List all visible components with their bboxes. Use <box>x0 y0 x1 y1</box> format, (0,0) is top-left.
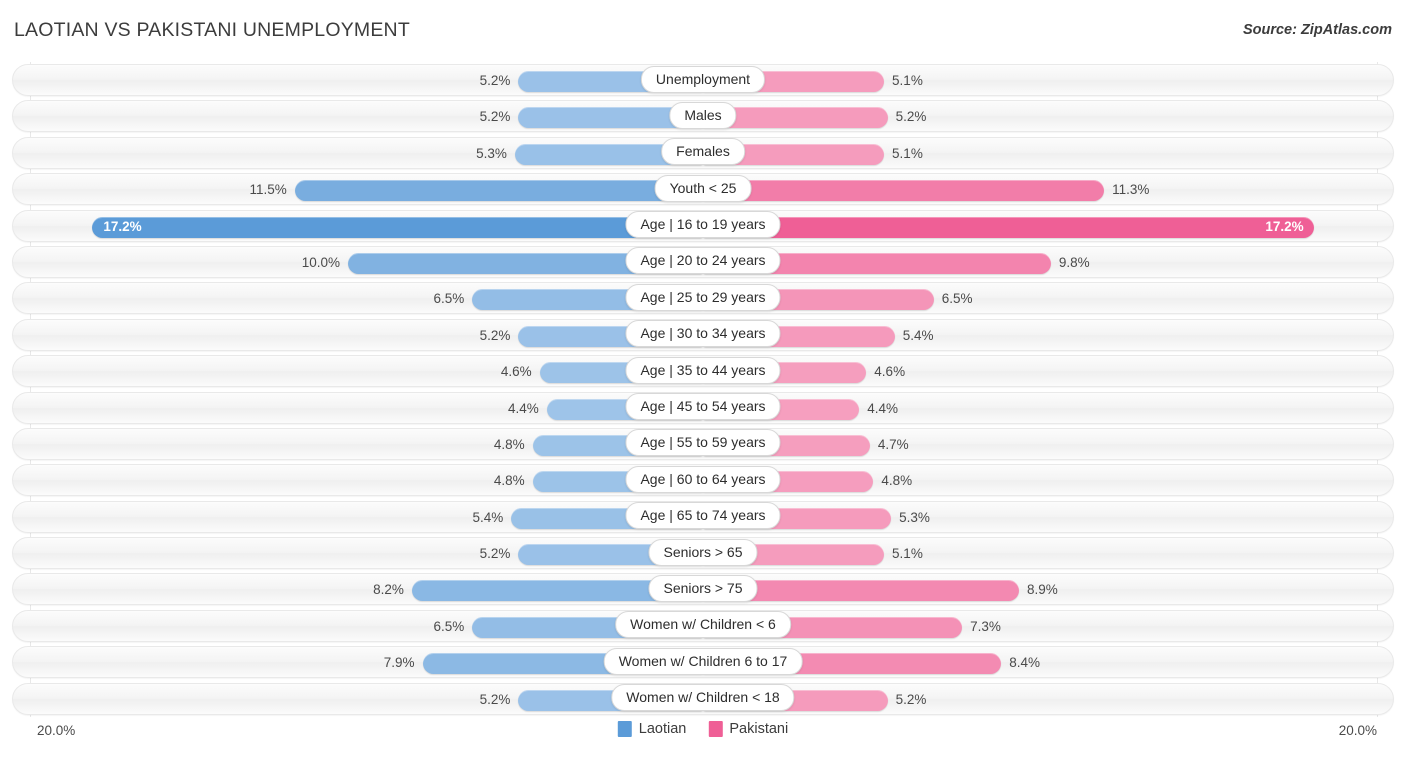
chart-row: 6.5% 7.3% Women w/ Children < 6 <box>0 608 1406 644</box>
chart-row: 4.8% 4.7% Age | 55 to 59 years <box>0 426 1406 462</box>
value-label-laotian: 10.0% <box>301 254 340 270</box>
category-label: Women w/ Children 6 to 17 <box>603 647 803 675</box>
bar-laotian <box>294 180 703 202</box>
legend-item[interactable]: Laotian <box>617 721 687 737</box>
chart-rows: 5.2% 5.1% Unemployment 5.2% 5.2% Males 5.3% 5.1… <box>0 62 1406 717</box>
page-title: LAOTIAN VS PAKISTANI UNEMPLOYMENT <box>14 19 410 41</box>
value-label-laotian: 5.2% <box>479 691 511 707</box>
chart-row: 17.2% 17.2% Age | 16 to 19 years <box>0 208 1406 244</box>
value-label-pakistani: 8.9% <box>1026 582 1058 598</box>
chart-header: LAOTIAN VS PAKISTANI UNEMPLOYMENT Source… <box>0 0 1406 62</box>
value-label-pakistani: 5.1% <box>892 73 923 88</box>
value-label-laotian: 4.8% <box>493 473 525 489</box>
chart-row: 8.2% 8.9% Seniors > 75 <box>0 571 1406 607</box>
value-label-pakistani: 5.3% <box>899 509 930 525</box>
chart-row: 5.2% 5.2% Males <box>0 98 1406 134</box>
value-label-pakistani: 4.8% <box>881 473 913 489</box>
category-label: Age | 30 to 34 years <box>625 320 781 348</box>
chart-row: 5.2% 5.4% Age | 30 to 34 years <box>0 317 1406 353</box>
category-label: Females <box>661 138 745 166</box>
category-label: Youth < 25 <box>654 174 752 202</box>
value-label-laotian: 4.6% <box>500 364 532 380</box>
value-label-laotian: 6.5% <box>433 291 465 307</box>
chart-footer: 20.0% Laotian Pakistani 20.0% <box>0 717 1406 757</box>
chart-row: 5.4% 5.3% Age | 65 to 74 years <box>0 499 1406 535</box>
category-label: Age | 55 to 59 years <box>625 429 781 457</box>
chart-row: 5.3% 5.1% Females <box>0 135 1406 171</box>
value-label-pakistani: 5.2% <box>895 691 927 707</box>
chart-row: 7.9% 8.4% Women w/ Children 6 to 17 <box>0 644 1406 680</box>
chart-row: 5.2% 5.2% Women w/ Children < 18 <box>0 681 1406 717</box>
value-label-laotian: 5.4% <box>472 509 504 525</box>
category-label: Age | 16 to 19 years <box>625 211 781 239</box>
category-label: Women w/ Children < 18 <box>611 684 795 712</box>
value-label-laotian: 5.2% <box>479 546 511 562</box>
chart-row: 4.8% 4.8% Age | 60 to 64 years <box>0 462 1406 498</box>
value-label-pakistani: 11.3% <box>1112 182 1150 198</box>
value-label-laotian: 17.2% <box>103 218 142 234</box>
value-label-pakistani: 17.2% <box>1265 218 1304 234</box>
value-label-pakistani: 4.4% <box>867 400 898 416</box>
value-label-pakistani: 4.6% <box>874 364 906 380</box>
bar-laotian <box>92 216 703 238</box>
value-label-laotian: 6.5% <box>433 618 465 634</box>
chart-legend: Laotian Pakistani <box>617 721 788 737</box>
category-label: Age | 60 to 64 years <box>625 465 781 493</box>
legend-swatch-icon <box>617 721 632 737</box>
chart-row: 5.2% 5.1% Unemployment <box>0 62 1406 98</box>
value-label-laotian: 11.5% <box>249 182 287 198</box>
value-label-laotian: 5.2% <box>479 109 511 125</box>
value-label-pakistani: 5.2% <box>895 109 927 125</box>
chart-row: 6.5% 6.5% Age | 25 to 29 years <box>0 280 1406 316</box>
value-label-pakistani: 9.8% <box>1058 254 1090 270</box>
legend-swatch-icon <box>708 721 723 737</box>
legend-label: Pakistani <box>729 721 789 737</box>
value-label-laotian: 4.4% <box>508 400 539 416</box>
value-label-pakistani: 5.4% <box>902 327 934 343</box>
axis-label-right: 20.0% <box>1338 723 1377 738</box>
chart-row: 11.5% 11.3% Youth < 25 <box>0 171 1406 207</box>
value-label-pakistani: 8.4% <box>1009 655 1040 671</box>
chart-plot-area: 5.2% 5.1% Unemployment 5.2% 5.2% Males 5.3% 5.1… <box>0 62 1406 717</box>
value-label-pakistani: 6.5% <box>941 291 973 307</box>
legend-item[interactable]: Pakistani <box>708 721 788 737</box>
value-label-laotian: 7.9% <box>383 655 415 671</box>
value-label-laotian: 8.2% <box>373 582 404 598</box>
category-label: Age | 35 to 44 years <box>625 356 781 384</box>
value-label-pakistani: 5.1% <box>892 546 923 562</box>
chart-row: 5.2% 5.1% Seniors > 65 <box>0 535 1406 571</box>
legend-label: Laotian <box>638 721 687 737</box>
chart-row: 4.4% 4.4% Age | 45 to 54 years <box>0 390 1406 426</box>
axis-label-left: 20.0% <box>37 723 76 738</box>
value-label-pakistani: 7.3% <box>970 618 1001 634</box>
value-label-laotian: 4.8% <box>493 436 525 452</box>
value-label-pakistani: 4.7% <box>877 436 909 452</box>
value-label-laotian: 5.3% <box>476 145 507 161</box>
category-label: Seniors > 75 <box>648 574 758 602</box>
source-label: Source: ZipAtlas.com <box>1242 22 1392 38</box>
category-label: Women w/ Children < 6 <box>615 611 791 639</box>
chart-row: 4.6% 4.6% Age | 35 to 44 years <box>0 353 1406 389</box>
category-label: Seniors > 65 <box>648 538 758 566</box>
bar-pakistani <box>703 216 1314 238</box>
value-label-laotian: 5.2% <box>479 327 511 343</box>
chart-row: 10.0% 9.8% Age | 20 to 24 years <box>0 244 1406 280</box>
category-label: Age | 45 to 54 years <box>625 393 781 421</box>
category-label: Age | 20 to 24 years <box>625 247 781 275</box>
value-label-pakistani: 5.1% <box>892 145 923 161</box>
category-label: Males <box>669 101 737 129</box>
category-label: Unemployment <box>640 65 766 93</box>
bar-pakistani <box>703 180 1105 202</box>
category-label: Age | 25 to 29 years <box>625 283 781 311</box>
category-label: Age | 65 to 74 years <box>625 502 781 530</box>
value-label-laotian: 5.2% <box>479 73 511 88</box>
